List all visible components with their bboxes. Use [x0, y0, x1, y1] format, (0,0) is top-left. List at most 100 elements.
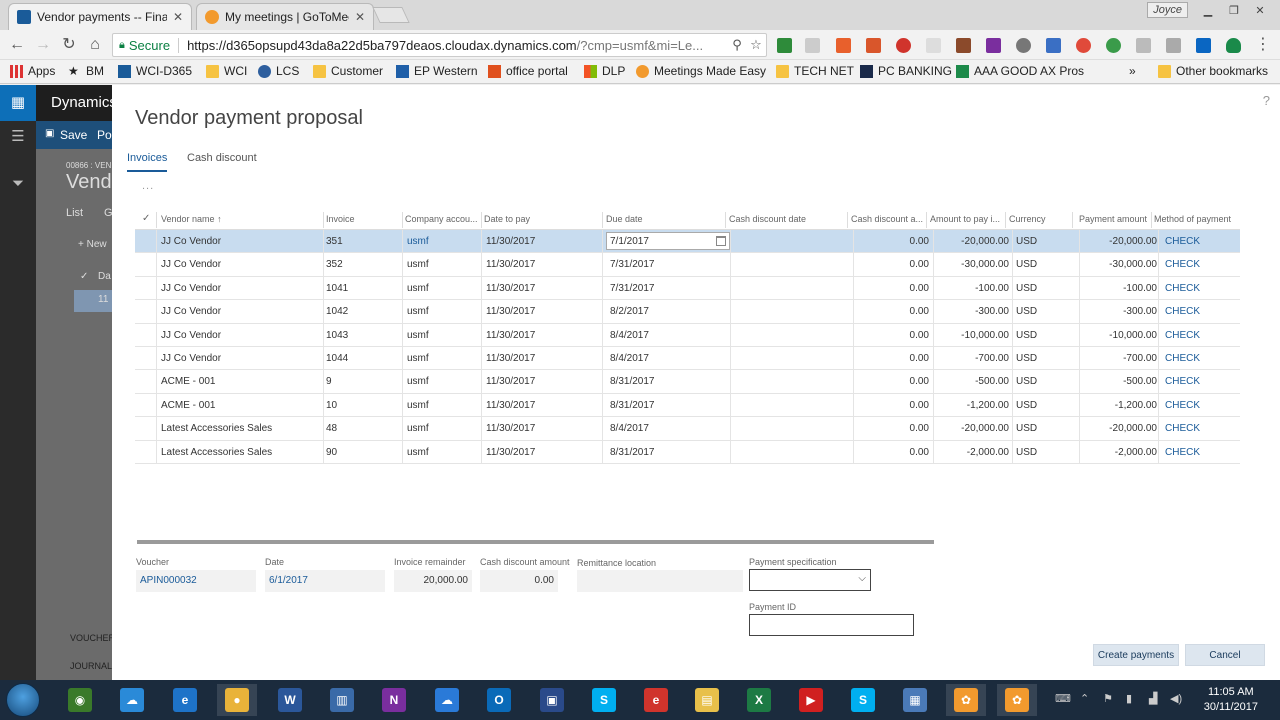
bookmark-dlp[interactable]: DLP [584, 64, 625, 78]
table-row[interactable]: JJ Co Vendor 1042 usmf 11/30/2017 8/2/2017 0.… [135, 300, 1240, 324]
table-row[interactable]: Latest Accessories Sales 48 usmf 11/30/2017… [135, 417, 1240, 441]
table-row[interactable]: Latest Accessories Sales 90 usmf 11/30/2017… [135, 440, 1240, 464]
save-button[interactable]: Save [60, 128, 87, 142]
tab-invoices[interactable]: Invoices [127, 152, 168, 172]
bookmark-bm[interactable]: ★ BM [68, 64, 104, 78]
table-row[interactable]: JJ Co Vendor 351 usmf 11/30/2017 7/1/2017 0.0… [135, 230, 1240, 254]
cell-due-date[interactable]: 8/4/2017 [610, 330, 722, 341]
col-company-account[interactable]: Company accou... [405, 214, 480, 224]
taskbar-skype-for-business[interactable]: S [843, 684, 883, 716]
taskbar-file-explorer[interactable]: ▤ [687, 684, 727, 716]
cell-due-date[interactable]: 7/1/2017 [610, 236, 722, 247]
bookmark-star-icon[interactable]: ☆ [746, 37, 766, 53]
minimize-icon[interactable]: ▁ [1198, 4, 1218, 18]
col-cash-discount-date[interactable]: Cash discount date [729, 214, 844, 224]
address-bar[interactable]: 🔒︎ Secure https://d365opsupd43da8a22d5ba… [112, 33, 767, 57]
close-icon[interactable]: ✕ [173, 10, 183, 24]
start-button[interactable] [6, 683, 40, 717]
cell-due-date[interactable]: 7/31/2017 [610, 259, 722, 270]
taskbar-gotomeeting[interactable]: ✿ [946, 684, 986, 716]
hamburger-icon[interactable]: ☰ [10, 127, 26, 145]
taskbar-excel[interactable]: X [739, 684, 779, 716]
close-icon[interactable]: ✕ [355, 10, 365, 24]
shield-icon[interactable] [1226, 38, 1241, 53]
col-payment-amount[interactable]: Payment amount [1079, 214, 1159, 224]
post-button[interactable]: Po [97, 128, 112, 142]
taskbar-onedrive[interactable]: ☁ [112, 684, 152, 716]
taskbar-books[interactable]: ▥ [322, 684, 362, 716]
extension-icon[interactable] [1106, 38, 1121, 53]
home-icon[interactable]: ⌂ [86, 36, 104, 54]
linkedin-icon[interactable] [1196, 38, 1211, 53]
battery-icon[interactable]: ▮ [1126, 692, 1132, 705]
extension-icon[interactable] [926, 38, 941, 53]
extension-icon[interactable] [1166, 38, 1181, 53]
bookmark-lcs[interactable]: LCS [258, 64, 299, 78]
forward-icon[interactable]: → [34, 36, 52, 54]
cell-method-of-payment[interactable]: CHECK [1165, 236, 1235, 247]
back-icon[interactable]: ← [8, 36, 26, 54]
col-method-of-payment[interactable]: Method of payment [1154, 214, 1238, 224]
bookmark-apps[interactable]: Apps [10, 64, 55, 78]
extension-icon[interactable] [956, 38, 971, 53]
cell-due-date[interactable]: 8/2/2017 [610, 306, 722, 317]
bookmark-wci[interactable]: WCI [206, 64, 247, 78]
table-row[interactable]: ACME - 001 10 usmf 11/30/2017 8/31/2017 0.00 -… [135, 393, 1240, 418]
bookmark-meetings-made-easy[interactable]: Meetings Made Easy [636, 64, 766, 78]
tab-cash-discount[interactable]: Cash discount [187, 152, 257, 164]
other-bookmarks[interactable]: Other bookmarks [1158, 64, 1268, 78]
filter-icon[interactable]: ⏷ [10, 175, 26, 192]
taskbar-word[interactable]: W [270, 684, 310, 716]
taskbar-outlook[interactable]: O [479, 684, 519, 716]
col-currency[interactable]: Currency [1009, 214, 1069, 224]
selected-row[interactable] [74, 290, 116, 312]
extension-icon[interactable] [836, 38, 851, 53]
table-row[interactable]: JJ Co Vendor 1044 usmf 11/30/2017 8/4/2017 0.… [135, 346, 1240, 371]
date-field[interactable]: 6/1/2017 [265, 570, 385, 592]
remittance-location-field[interactable] [577, 570, 743, 592]
cell-method-of-payment[interactable]: CHECK [1165, 447, 1235, 458]
menu-icon[interactable]: ⋮ [1254, 36, 1272, 54]
bookmark-customer[interactable]: Customer [313, 64, 383, 78]
extension-icon[interactable] [805, 38, 820, 53]
cell-method-of-payment[interactable]: CHECK [1165, 306, 1235, 317]
cell-due-date[interactable]: 8/4/2017 [610, 423, 722, 434]
col-vendor-name[interactable]: Vendor name ↑ [161, 214, 301, 224]
taskbar-remote-desktop[interactable]: ▦ [895, 684, 935, 716]
cell-due-date[interactable]: 8/31/2017 [610, 376, 722, 387]
keyboard-icon[interactable]: ⌨ [1055, 692, 1071, 705]
col-date-to-pay[interactable]: Date to pay [484, 214, 599, 224]
taskbar-expensify[interactable]: e [636, 684, 676, 716]
cell-due-date[interactable]: 8/31/2017 [610, 447, 722, 458]
col-invoice[interactable]: Invoice [326, 214, 401, 224]
extension-icon[interactable] [1046, 38, 1061, 53]
taskbar-azure[interactable]: ☁ [427, 684, 467, 716]
bookmark-tech-net[interactable]: TECH NET [776, 64, 854, 78]
taskbar-youtube[interactable]: ▶ [791, 684, 831, 716]
tab-list[interactable]: List [66, 207, 83, 219]
taskbar-chrome[interactable]: ● [217, 684, 257, 716]
extension-icon[interactable] [896, 38, 911, 53]
col-cash-discount-amount[interactable]: Cash discount a... [851, 214, 923, 224]
cell-due-date[interactable]: 7/31/2017 [610, 283, 722, 294]
table-row[interactable]: JJ Co Vendor 352 usmf 11/30/2017 7/31/2017 0.… [135, 253, 1240, 277]
payment-specification-select[interactable]: ⌵ [749, 569, 871, 591]
app-launcher-icon[interactable]: ▦ [0, 85, 36, 121]
extension-icon[interactable] [1016, 38, 1031, 53]
more-options-button[interactable]: ... [142, 180, 154, 192]
voucher-field[interactable]: APIN000032 [136, 570, 256, 592]
cancel-button[interactable]: Cancel [1185, 644, 1265, 666]
taskbar-onenote[interactable]: N [374, 684, 414, 716]
reload-icon[interactable]: ↻ [60, 36, 78, 54]
table-row[interactable]: ACME - 001 9 usmf 11/30/2017 8/31/2017 0.00 -5… [135, 370, 1240, 394]
cell-due-date[interactable]: 8/31/2017 [610, 400, 722, 411]
new-button[interactable]: + New [78, 239, 107, 250]
taskbar-skype[interactable]: S [584, 684, 624, 716]
profile-button[interactable]: Joyce [1147, 2, 1188, 18]
create-payments-button[interactable]: Create payments [1093, 644, 1179, 666]
bookmarks-overflow-button[interactable]: » [1129, 64, 1136, 78]
zoom-icon[interactable]: ⚲ [728, 37, 746, 53]
restore-icon[interactable]: ❐ [1224, 4, 1244, 18]
tab-my-meetings[interactable]: My meetings | GoToMee ✕ [196, 3, 374, 30]
bookmark-wci-d365[interactable]: WCI-D365 [118, 64, 192, 78]
